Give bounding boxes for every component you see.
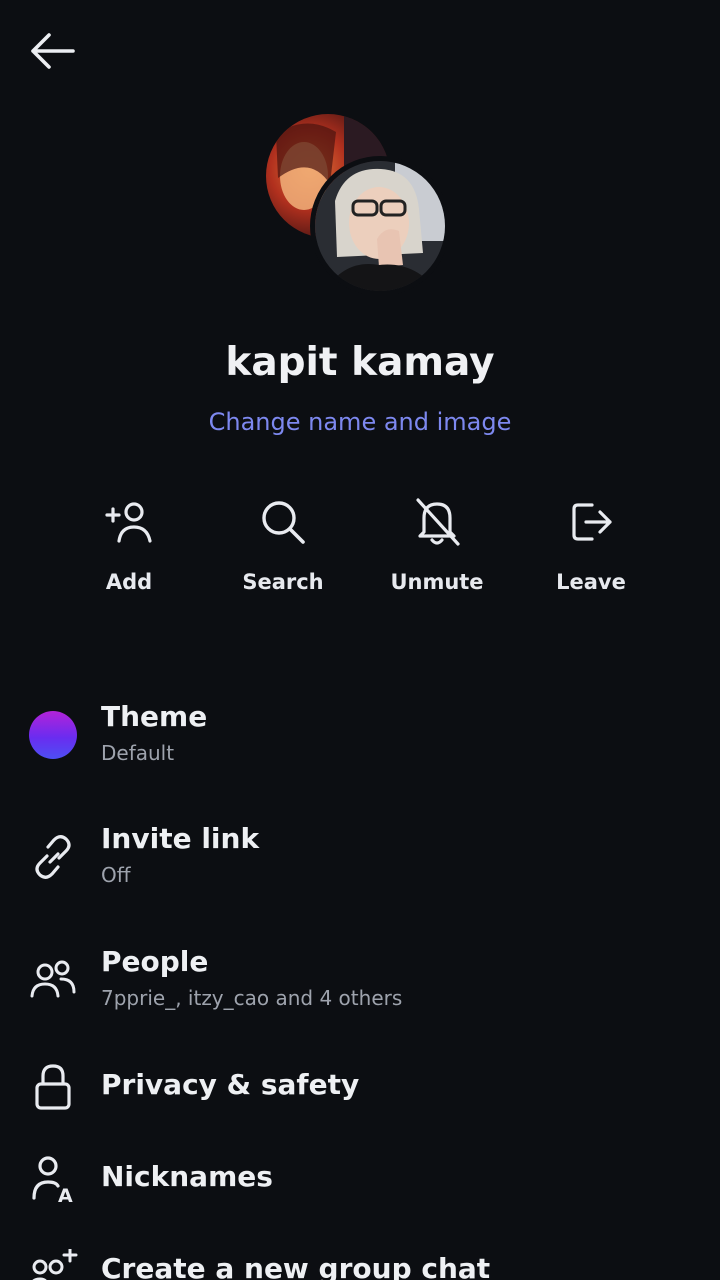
link-icon [26,830,80,884]
group-settings-screen: kapit kamay Change name and image Add Se… [0,0,720,1280]
create-group-chat-title: Create a new group chat [101,1252,491,1280]
people-row[interactable]: People 7pprie_, itzy_cao and 4 others [0,945,720,1015]
theme-color-icon [26,708,80,762]
people-title: People [101,945,209,978]
people-subtitle: 7pprie_, itzy_cao and 4 others [101,986,403,1010]
unmute-button[interactable]: Unmute [360,494,514,594]
add-label: Add [105,570,153,594]
quick-actions: Add Search Unmute Leave [52,494,668,594]
theme-title: Theme [101,700,208,733]
privacy-safety-row[interactable]: Privacy & safety [0,1060,720,1114]
invite-link-title: Invite link [101,822,260,855]
privacy-safety-title: Privacy & safety [101,1068,360,1101]
nickname-icon: A [26,1152,80,1206]
change-name-image-link[interactable]: Change name and image [0,408,720,436]
theme-subtitle: Default [101,741,175,765]
people-icon [26,953,80,1007]
search-icon [255,494,311,550]
unmute-label: Unmute [390,570,484,594]
member-photo-front [310,156,450,296]
add-person-icon [101,494,157,550]
add-button[interactable]: Add [52,494,206,594]
invite-link-row[interactable]: Invite link Off [0,822,720,892]
create-group-chat-row[interactable]: Create a new group chat [0,1244,720,1280]
lock-icon [26,1060,80,1114]
nicknames-row[interactable]: A Nicknames [0,1152,720,1206]
svg-text:A: A [58,1185,73,1204]
group-avatar[interactable] [262,112,462,296]
leave-icon [563,494,619,550]
new-group-icon [26,1244,80,1280]
search-button[interactable]: Search [206,494,360,594]
back-button[interactable] [22,28,82,78]
bell-off-icon [409,494,465,550]
invite-link-subtitle: Off [101,863,131,887]
arrow-left-icon [27,31,77,75]
group-name: kapit kamay [225,340,495,385]
leave-button[interactable]: Leave [514,494,668,594]
nicknames-title: Nicknames [101,1160,273,1193]
theme-row[interactable]: Theme Default [0,700,720,770]
search-label: Search [242,570,324,594]
leave-label: Leave [556,570,626,594]
